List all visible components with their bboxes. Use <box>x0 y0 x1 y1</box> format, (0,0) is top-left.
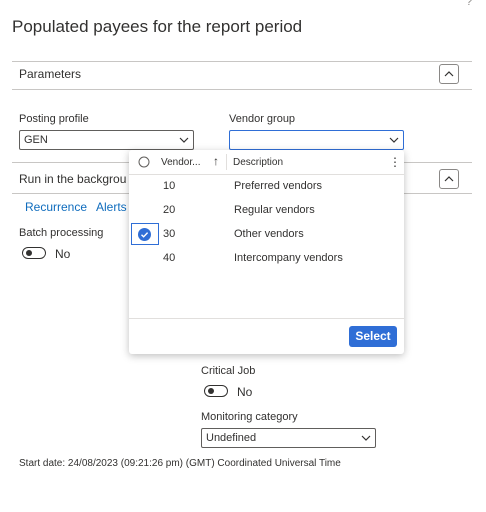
list-item[interactable]: 20 Regular vendors <box>129 199 404 223</box>
vendor-code: 30 <box>163 228 176 240</box>
batch-processing-toggle[interactable] <box>22 247 46 259</box>
posting-profile-value: GEN <box>24 134 48 146</box>
monitoring-category-label: Monitoring category <box>201 411 298 423</box>
list-item[interactable]: 10 Preferred vendors <box>129 175 404 199</box>
start-date-text: Start date: 24/08/2023 (09:21:26 pm) (GM… <box>19 458 341 469</box>
radio-icon[interactable] <box>138 156 150 168</box>
sort-asc-icon[interactable]: ↑ <box>213 154 219 168</box>
batch-processing-label: Batch processing <box>19 227 104 239</box>
batch-processing-state: No <box>55 247 71 261</box>
chevron-down-icon <box>389 137 399 143</box>
divider <box>12 61 472 62</box>
parameters-collapse-button[interactable] <box>439 64 459 84</box>
chevron-down-icon <box>361 435 371 441</box>
tab-recurrence[interactable]: Recurrence <box>25 200 87 214</box>
parameters-section-label[interactable]: Parameters <box>19 67 81 81</box>
vendor-group-select[interactable] <box>229 130 404 150</box>
critical-job-state: No <box>237 385 253 399</box>
chevron-down-icon <box>179 137 189 143</box>
vendor-code: 10 <box>163 180 176 192</box>
list-item-selected[interactable]: 30 Other vendors <box>129 223 404 247</box>
posting-profile-label: Posting profile <box>19 113 89 125</box>
critical-job-toggle[interactable] <box>204 385 228 397</box>
select-button[interactable]: Select <box>349 326 397 347</box>
posting-profile-select[interactable]: GEN <box>19 130 194 150</box>
chevron-up-icon <box>444 71 454 77</box>
vendor-group-label: Vendor group <box>229 113 296 125</box>
divider <box>12 89 472 90</box>
vendor-description: Preferred vendors <box>234 180 323 192</box>
list-item[interactable]: 40 Intercompany vendors <box>129 247 404 271</box>
run-background-collapse-button[interactable] <box>439 169 459 189</box>
critical-job-label: Critical Job <box>201 365 256 377</box>
help-icon[interactable]: ? <box>466 0 472 8</box>
description-column-header[interactable]: Description <box>233 157 283 168</box>
vendor-description: Other vendors <box>234 228 304 240</box>
vendor-description: Regular vendors <box>234 204 315 216</box>
monitoring-category-value: Undefined <box>206 432 257 444</box>
vendor-column-header[interactable]: Vendor... <box>161 157 200 168</box>
page-title: Populated payees for the report period <box>12 17 303 36</box>
vendor-code: 20 <box>163 204 176 216</box>
vendor-description: Intercompany vendors <box>234 252 343 264</box>
run-background-section-label[interactable]: Run in the backgrou <box>19 172 126 186</box>
monitoring-category-select[interactable]: Undefined <box>201 428 376 448</box>
vendor-code: 40 <box>163 252 176 264</box>
chevron-up-icon <box>444 176 454 182</box>
column-divider <box>226 154 227 170</box>
check-circle-icon[interactable] <box>138 228 151 241</box>
footer-divider <box>129 318 404 319</box>
vendor-group-lookup: Vendor... ↑ Description ⋮ 10 Preferred v… <box>129 150 404 354</box>
tab-alerts[interactable]: Alerts <box>96 200 127 214</box>
more-vertical-icon[interactable]: ⋮ <box>389 155 401 169</box>
